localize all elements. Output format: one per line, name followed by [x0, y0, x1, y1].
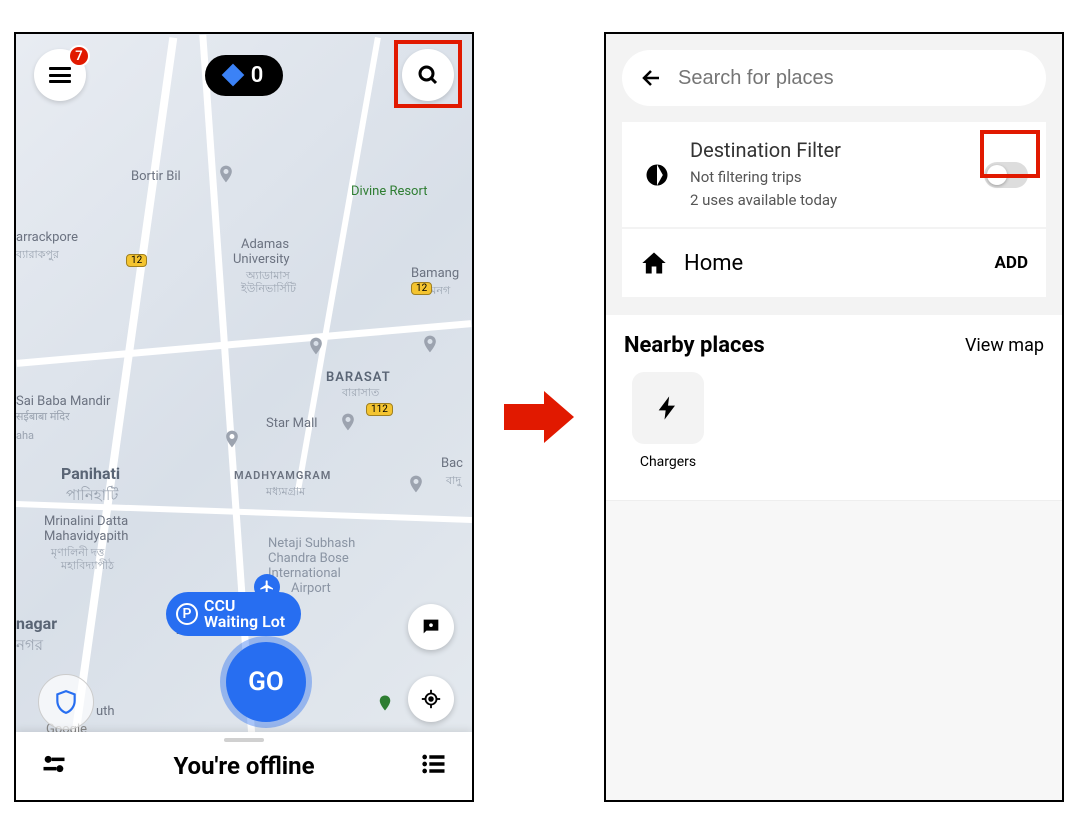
search-bar[interactable]: [622, 50, 1046, 106]
nearby-chargers-label: Chargers: [624, 454, 712, 470]
map-label: Bac: [441, 456, 463, 471]
map-label-native: ব্যারাকপুর: [16, 246, 59, 265]
map-label: Bortir Bil: [131, 169, 181, 184]
notification-badge: 7: [68, 45, 90, 67]
map-label-native: सईबाबा मंदिर: [16, 409, 70, 424]
map-poi-pin: [222, 429, 242, 449]
map-label: arrackpore: [16, 230, 78, 245]
map-poi-pin: [376, 694, 394, 712]
points-pill[interactable]: 0: [205, 55, 284, 96]
map-poi-pin: [406, 474, 426, 494]
search-screen: Destination Filter Not filtering trips 2…: [604, 32, 1064, 802]
go-online-button[interactable]: GO: [226, 642, 306, 722]
nearby-title: Nearby places: [624, 333, 765, 358]
map-label-native: বারাসাত: [342, 384, 379, 403]
crosshair-icon: [420, 688, 442, 710]
list-icon: [420, 750, 448, 778]
map-label: nagar: [16, 614, 57, 633]
map-label: Panihati: [61, 464, 120, 483]
map-label-native: মধ্যমগ্রাম: [266, 483, 305, 502]
drag-handle[interactable]: [224, 738, 264, 742]
hamburger-icon: [49, 67, 71, 83]
filter-title: Destination Filter: [690, 138, 968, 162]
home-label: Home: [684, 251, 978, 276]
filter-status: Not filtering trips: [690, 166, 968, 189]
map-poi-pin: [306, 336, 326, 356]
map-label: Chandra Bose: [268, 551, 349, 566]
map-label: International: [268, 566, 341, 581]
preferences-button[interactable]: [40, 750, 68, 782]
map-label: MADHYAMGRAM: [234, 469, 331, 482]
map-label-native: ইউনিভার্সিটি: [241, 280, 296, 299]
sliders-icon: [40, 750, 68, 778]
map-label: University: [233, 252, 290, 267]
filter-uses: 2 uses available today: [690, 189, 968, 212]
back-arrow-icon[interactable]: [640, 66, 664, 90]
shield-icon: [53, 689, 79, 715]
route-marker: 112: [366, 403, 393, 416]
flow-arrow: [504, 391, 574, 443]
chat-icon: [420, 616, 442, 638]
map-label: Star Mall: [266, 416, 317, 431]
destination-filter-toggle[interactable]: [984, 162, 1028, 188]
bottom-bar: You're offline: [16, 732, 472, 800]
route-marker: 12: [411, 282, 432, 295]
home-row[interactable]: Home ADD: [622, 229, 1046, 297]
map-label-native: পানিহাটি: [66, 484, 118, 509]
points-count: 0: [251, 63, 264, 88]
parking-lot-chip[interactable]: P CCU Waiting Lot: [166, 592, 301, 636]
parking-icon: P: [176, 603, 198, 625]
map-label: Airport: [291, 581, 331, 596]
chat-button[interactable]: [408, 604, 454, 650]
map-label: uth: [96, 704, 115, 719]
map-header: 7 0: [16, 49, 472, 101]
map-label: Netaji Subhash: [268, 536, 355, 551]
search-icon: [416, 63, 440, 87]
map-label-native: মহাবিদ্যাপীঠ: [61, 557, 114, 576]
locate-button[interactable]: [408, 676, 454, 722]
map-label: Divine Resort: [351, 184, 427, 199]
menu-button[interactable]: 7: [34, 49, 86, 101]
map-label: BARASAT: [326, 370, 391, 385]
map-label: Sai Baba Mandir: [16, 394, 110, 409]
bolt-icon: [654, 394, 682, 422]
map-label: Bamang: [411, 266, 459, 281]
destination-icon: [643, 161, 671, 189]
driver-map-screen: Bortir Bil Divine Resort arrackpore ব্যা…: [14, 32, 474, 802]
map-label: Mahavidyapith: [44, 529, 128, 544]
parking-label: Waiting Lot: [204, 614, 285, 630]
nearby-chargers[interactable]: Chargers: [624, 372, 712, 470]
map-label: aha: [16, 429, 34, 442]
route-marker: 12: [126, 254, 147, 267]
safety-button[interactable]: [38, 674, 94, 730]
destination-filter-icon: [640, 161, 674, 189]
search-button[interactable]: [402, 49, 454, 101]
blank-area: [606, 501, 1062, 800]
home-icon: [640, 249, 668, 277]
map-poi-pin: [420, 334, 440, 354]
go-label: GO: [248, 667, 284, 697]
view-map-button[interactable]: View map: [965, 335, 1044, 356]
search-header: Destination Filter Not filtering trips 2…: [606, 34, 1062, 297]
map-poi-pin: [338, 412, 358, 432]
map-label-native: নগর: [16, 634, 43, 659]
map-label: Mrinalini Datta: [44, 514, 128, 529]
map-poi-pin: [216, 164, 236, 184]
search-input[interactable]: [678, 67, 1028, 90]
status-text: You're offline: [173, 752, 314, 780]
map-label: Adamas: [241, 237, 289, 252]
nearby-section: Nearby places View map Chargers: [606, 315, 1062, 501]
list-button[interactable]: [420, 750, 448, 782]
add-home-button[interactable]: ADD: [994, 253, 1028, 273]
map-label-native: বাদু: [446, 472, 461, 491]
diamond-icon: [221, 64, 244, 87]
destination-filter-card[interactable]: Destination Filter Not filtering trips 2…: [622, 122, 1046, 227]
